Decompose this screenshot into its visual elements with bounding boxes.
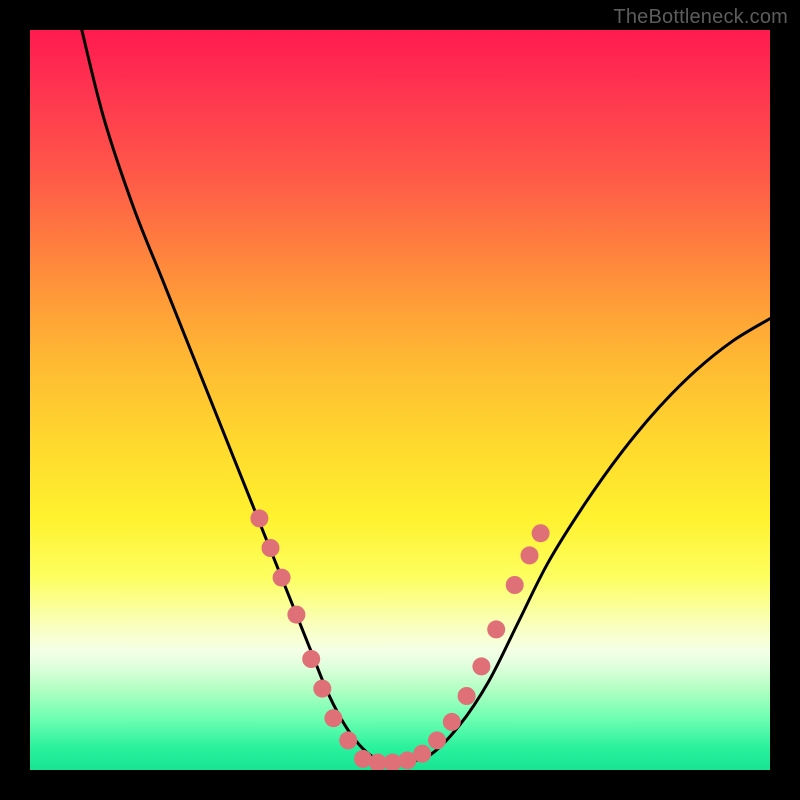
data-dot: [413, 745, 431, 763]
data-dot: [443, 713, 461, 731]
data-dot: [287, 606, 305, 624]
data-dot: [472, 657, 490, 675]
data-dot: [302, 650, 320, 668]
bottleneck-curve: [82, 30, 770, 764]
data-dot: [506, 576, 524, 594]
data-dots: [250, 509, 549, 770]
data-dot: [250, 509, 268, 527]
data-dot: [273, 569, 291, 587]
watermark-text: TheBottleneck.com: [613, 6, 788, 29]
data-dot: [521, 546, 539, 564]
chart-overlay: [30, 30, 770, 770]
data-dot: [428, 731, 446, 749]
plot-area: [30, 30, 770, 770]
data-dot: [324, 709, 342, 727]
data-dot: [313, 680, 331, 698]
chart-frame: TheBottleneck.com: [0, 0, 800, 800]
data-dot: [339, 731, 357, 749]
data-dot: [487, 620, 505, 638]
data-dot: [262, 539, 280, 557]
data-dot: [458, 687, 476, 705]
data-dot: [532, 524, 550, 542]
